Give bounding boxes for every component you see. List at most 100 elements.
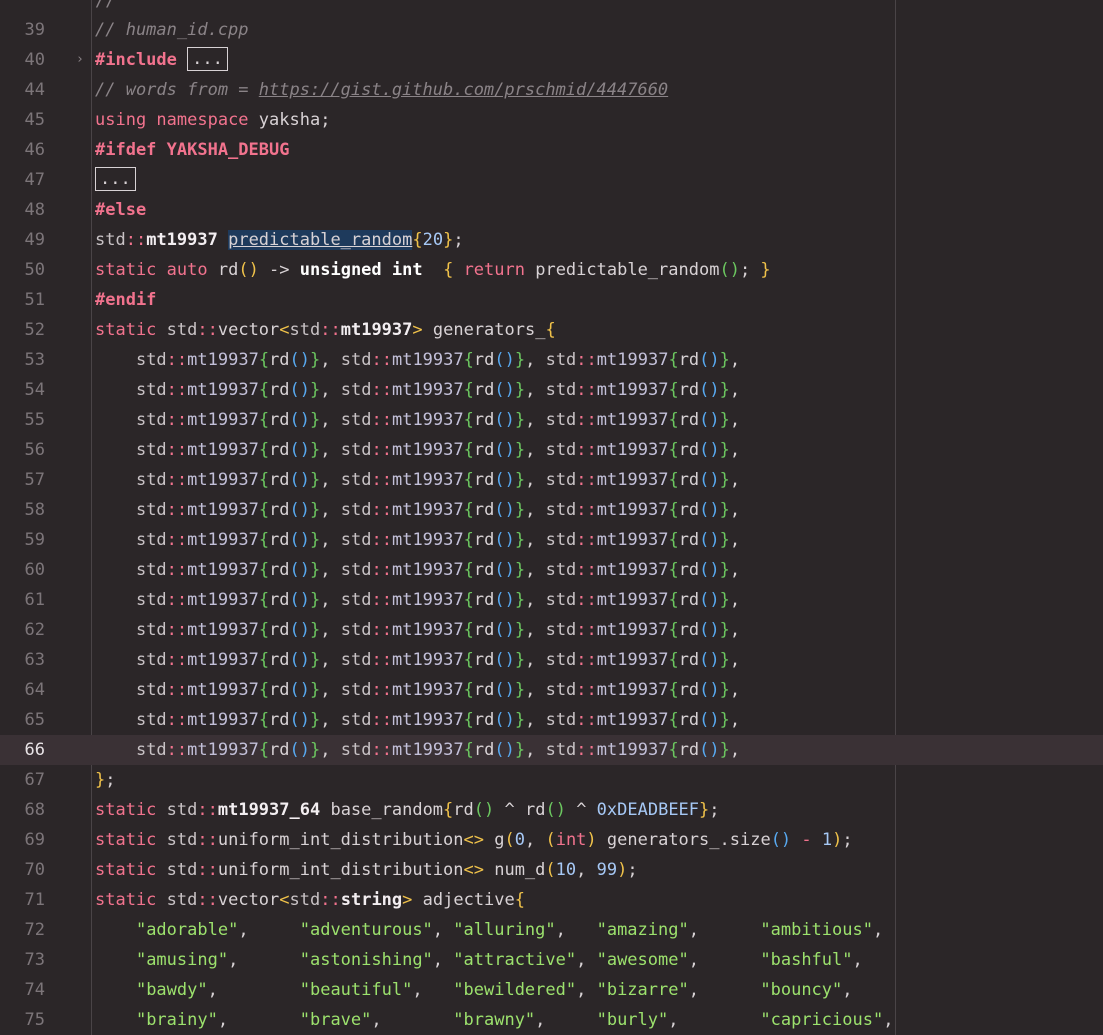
- code-token: static: [95, 890, 167, 910]
- code-token: unsigned int: [299, 260, 423, 280]
- code-line[interactable]: 71 static std::vector<std::string> adject…: [0, 885, 1103, 915]
- line-number: 53: [24, 350, 45, 370]
- code-line[interactable]: 63 std::mt19937{rd()}, std::mt19937{rd()…: [0, 645, 1103, 675]
- code-token: std: [135, 470, 167, 490]
- code-line[interactable]: 53 std::mt19937{rd()}, std::mt19937{rd()…: [0, 345, 1103, 375]
- code-line[interactable]: 39 // human_id.cpp: [0, 15, 1103, 45]
- code-line[interactable]: 60 std::mt19937{rd()}, std::mt19937{rd()…: [0, 555, 1103, 585]
- line-number: 64: [24, 680, 45, 700]
- code-line[interactable]: 47...: [0, 165, 1103, 195]
- code-line[interactable]: 50 static auto rd() -> unsigned int { ret…: [0, 255, 1103, 285]
- code-line[interactable]: 66 std::mt19937{rd()}, std::mt19937{rd()…: [0, 735, 1103, 765]
- code-line[interactable]: 72 "adorable", "adventurous", "alluring"…: [0, 915, 1103, 945]
- code-line[interactable]: 65 std::mt19937{rd()}, std::mt19937{rd()…: [0, 705, 1103, 735]
- code-token: string: [340, 890, 403, 910]
- code-line[interactable]: 75 "brainy", "brave", "brawny", "burly",…: [0, 1005, 1103, 1035]
- code-token: ::: [197, 890, 218, 910]
- code-token: ;: [739, 260, 761, 280]
- code-token: rd: [678, 530, 700, 550]
- code-line[interactable]: 64 std::mt19937{rd()}, std::mt19937{rd()…: [0, 675, 1103, 705]
- code-line[interactable]: 68 static std::mt19937_64 base_random{rd(…: [0, 795, 1103, 825]
- code-token: mt19937: [187, 710, 259, 730]
- code-token: (): [545, 800, 566, 820]
- code-token: }: [514, 380, 526, 400]
- code-token: mt19937: [596, 740, 669, 760]
- code-line[interactable]: 56 std::mt19937{rd()}, std::mt19937{rd()…: [0, 435, 1103, 465]
- code-line[interactable]: 59 std::mt19937{rd()}, std::mt19937{rd()…: [0, 525, 1103, 555]
- code-token: ,: [320, 590, 341, 610]
- code-token: rd: [269, 680, 290, 700]
- code-token: "capricious": [760, 1010, 884, 1030]
- code-token: ,: [320, 650, 341, 670]
- code-token: "attractive": [453, 950, 577, 970]
- code-token: (): [289, 350, 311, 370]
- code-token: {: [668, 350, 679, 370]
- code-line[interactable]: 49 std::mt19937 predictable_random{20};: [0, 225, 1103, 255]
- code-token: (): [494, 530, 515, 550]
- code-token: mt19937: [391, 470, 464, 490]
- code-line[interactable]: 44 // words from = https://gist.github.co…: [0, 75, 1103, 105]
- code-token: rd: [678, 410, 700, 430]
- code-token: {: [668, 380, 679, 400]
- code-line[interactable]: 45 using namespace yaksha;: [0, 105, 1103, 135]
- code-line[interactable]: 40 › #include ...: [0, 45, 1103, 75]
- code-token: ::: [576, 620, 597, 640]
- code-token: ::: [166, 380, 188, 400]
- code-line[interactable]: 55 std::mt19937{rd()}, std::mt19937{rd()…: [0, 405, 1103, 435]
- code-token: (): [699, 650, 720, 670]
- code-line[interactable]: 67};: [0, 765, 1103, 795]
- code-token: base_random: [320, 800, 444, 820]
- code-token: (): [289, 620, 311, 640]
- code-token: (): [289, 470, 311, 490]
- code-token: mt19937: [391, 440, 464, 460]
- code-token: ::: [576, 470, 597, 490]
- line-number: 46: [24, 140, 45, 160]
- code-token: }: [719, 620, 730, 640]
- code-line[interactable]: 73 "amusing", "astonishing", "attractive…: [0, 945, 1103, 975]
- code-token: int: [555, 830, 587, 850]
- code-token: {: [463, 500, 474, 520]
- code-token: }: [514, 560, 526, 580]
- code-line[interactable]: 54 std::mt19937{rd()}, std::mt19937{rd()…: [0, 375, 1103, 405]
- code-token: ,: [852, 950, 863, 970]
- code-token: }: [514, 740, 526, 760]
- code-line[interactable]: 57 std::mt19937{rd()}, std::mt19937{rd()…: [0, 465, 1103, 495]
- fold-chevron-icon[interactable]: ›: [76, 45, 88, 75]
- code-token: ::: [166, 470, 188, 490]
- code-editor[interactable]: // 39// human_id.cpp 40 › #include ... 44// …: [0, 0, 1103, 1035]
- code-token: static: [95, 830, 167, 850]
- code-token: mt19937: [596, 500, 669, 520]
- code-line[interactable]: 62 std::mt19937{rd()}, std::mt19937{rd()…: [0, 615, 1103, 645]
- code-token: ,: [320, 500, 341, 520]
- code-token: std: [340, 500, 372, 520]
- line-code: std::mt19937{rd()}, std::mt19937{rd()}, …: [95, 405, 740, 435]
- code-token: std: [135, 620, 167, 640]
- code-line[interactable]: 58 std::mt19937{rd()}, std::mt19937{rd()…: [0, 495, 1103, 525]
- code-token: }: [699, 800, 710, 820]
- code-line[interactable]: 70 static std::uniform_int_distribution<>…: [0, 855, 1103, 885]
- code-line[interactable]: 52 static std::vector<std::mt19937> gener…: [0, 315, 1103, 345]
- code-line[interactable]: 48 #else: [0, 195, 1103, 225]
- line-code: "brainy", "brave", "brawny", "burly", "c…: [95, 1005, 894, 1035]
- code-line[interactable]: 61 std::mt19937{rd()}, std::mt19937{rd()…: [0, 585, 1103, 615]
- folded-region-button[interactable]: ...: [187, 46, 228, 71]
- code-token: std: [545, 710, 577, 730]
- code-token: rd: [269, 560, 290, 580]
- code-token: ->: [258, 260, 300, 280]
- code-line[interactable]: 46 #ifdef YAKSHA_DEBUG: [0, 135, 1103, 165]
- code-token: }: [310, 590, 321, 610]
- code-line[interactable]: 51 #endif: [0, 285, 1103, 315]
- code-token: rd: [473, 470, 495, 490]
- code-line[interactable]: 74 "bawdy", "beautiful", "bewildered", "…: [0, 975, 1103, 1005]
- folded-region-button[interactable]: ...: [95, 166, 136, 191]
- code-token: mt19937: [187, 500, 259, 520]
- code-token: ,: [525, 740, 546, 760]
- code-token: std: [135, 380, 167, 400]
- code-token: ::: [576, 530, 597, 550]
- line-number: 67: [24, 770, 45, 790]
- code-token: ,: [883, 1010, 894, 1030]
- code-line[interactable]: 69 static std::uniform_int_distribution<>…: [0, 825, 1103, 855]
